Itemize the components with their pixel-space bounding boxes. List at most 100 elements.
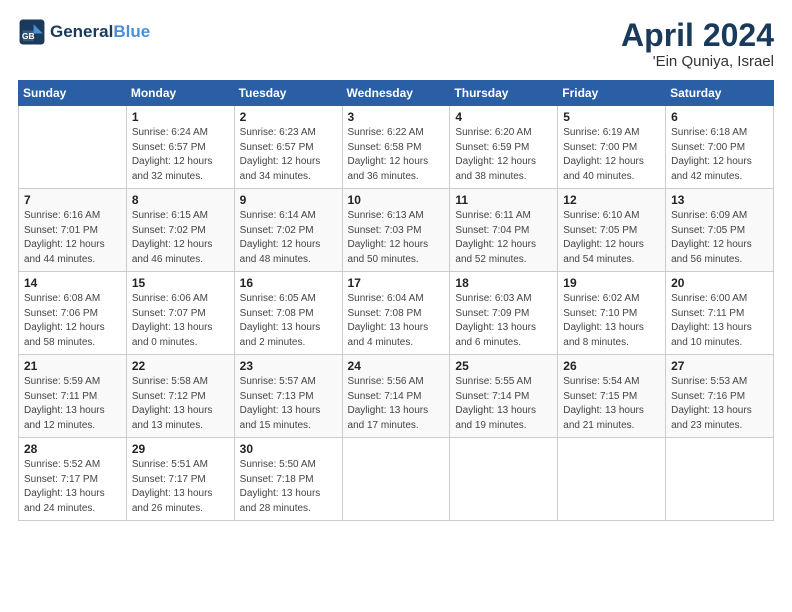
day-number: 26 [563, 359, 660, 373]
calendar-cell [666, 438, 774, 521]
calendar-week-row: 21 Sunrise: 5:59 AMSunset: 7:11 PMDaylig… [19, 355, 774, 438]
day-number: 20 [671, 276, 768, 290]
calendar-cell: 22 Sunrise: 5:58 AMSunset: 7:12 PMDaylig… [126, 355, 234, 438]
location: 'Ein Quniya, Israel [621, 53, 774, 70]
weekday-header: Thursday [450, 81, 558, 106]
day-number: 21 [24, 359, 121, 373]
calendar-cell: 8 Sunrise: 6:15 AMSunset: 7:02 PMDayligh… [126, 189, 234, 272]
weekday-header: Tuesday [234, 81, 342, 106]
day-info: Sunrise: 6:18 AMSunset: 7:00 PMDaylight:… [671, 126, 768, 184]
day-info: Sunrise: 6:04 AMSunset: 7:08 PMDaylight:… [348, 292, 445, 350]
calendar-cell: 25 Sunrise: 5:55 AMSunset: 7:14 PMDaylig… [450, 355, 558, 438]
calendar-week-row: 7 Sunrise: 6:16 AMSunset: 7:01 PMDayligh… [19, 189, 774, 272]
calendar-cell: 21 Sunrise: 5:59 AMSunset: 7:11 PMDaylig… [19, 355, 127, 438]
calendar-cell: 1 Sunrise: 6:24 AMSunset: 6:57 PMDayligh… [126, 106, 234, 189]
calendar-cell: 12 Sunrise: 6:10 AMSunset: 7:05 PMDaylig… [558, 189, 666, 272]
calendar-cell: 10 Sunrise: 6:13 AMSunset: 7:03 PMDaylig… [342, 189, 450, 272]
day-number: 29 [132, 442, 229, 456]
day-info: Sunrise: 6:20 AMSunset: 6:59 PMDaylight:… [455, 126, 552, 184]
calendar-cell: 23 Sunrise: 5:57 AMSunset: 7:13 PMDaylig… [234, 355, 342, 438]
calendar-table: SundayMondayTuesdayWednesdayThursdayFrid… [18, 80, 774, 521]
day-info: Sunrise: 6:08 AMSunset: 7:06 PMDaylight:… [24, 292, 121, 350]
day-number: 6 [671, 110, 768, 124]
weekday-header: Saturday [666, 81, 774, 106]
day-info: Sunrise: 5:58 AMSunset: 7:12 PMDaylight:… [132, 375, 229, 433]
day-number: 4 [455, 110, 552, 124]
header: GB GeneralBlue April 2024 'Ein Quniya, I… [18, 18, 774, 70]
day-number: 16 [240, 276, 337, 290]
calendar-week-row: 14 Sunrise: 6:08 AMSunset: 7:06 PMDaylig… [19, 272, 774, 355]
month-title: April 2024 [621, 18, 774, 53]
day-info: Sunrise: 6:23 AMSunset: 6:57 PMDaylight:… [240, 126, 337, 184]
calendar-cell [450, 438, 558, 521]
day-number: 13 [671, 193, 768, 207]
day-number: 23 [240, 359, 337, 373]
logo-icon: GB [18, 18, 46, 46]
calendar-week-row: 28 Sunrise: 5:52 AMSunset: 7:17 PMDaylig… [19, 438, 774, 521]
calendar-cell: 2 Sunrise: 6:23 AMSunset: 6:57 PMDayligh… [234, 106, 342, 189]
day-number: 9 [240, 193, 337, 207]
day-number: 10 [348, 193, 445, 207]
calendar-cell: 24 Sunrise: 5:56 AMSunset: 7:14 PMDaylig… [342, 355, 450, 438]
day-info: Sunrise: 6:13 AMSunset: 7:03 PMDaylight:… [348, 209, 445, 267]
day-info: Sunrise: 6:15 AMSunset: 7:02 PMDaylight:… [132, 209, 229, 267]
day-info: Sunrise: 6:06 AMSunset: 7:07 PMDaylight:… [132, 292, 229, 350]
calendar-cell: 27 Sunrise: 5:53 AMSunset: 7:16 PMDaylig… [666, 355, 774, 438]
calendar-cell: 7 Sunrise: 6:16 AMSunset: 7:01 PMDayligh… [19, 189, 127, 272]
day-number: 24 [348, 359, 445, 373]
day-number: 22 [132, 359, 229, 373]
day-number: 8 [132, 193, 229, 207]
day-info: Sunrise: 6:00 AMSunset: 7:11 PMDaylight:… [671, 292, 768, 350]
day-info: Sunrise: 6:14 AMSunset: 7:02 PMDaylight:… [240, 209, 337, 267]
calendar-cell: 26 Sunrise: 5:54 AMSunset: 7:15 PMDaylig… [558, 355, 666, 438]
calendar-cell: 30 Sunrise: 5:50 AMSunset: 7:18 PMDaylig… [234, 438, 342, 521]
calendar-cell: 14 Sunrise: 6:08 AMSunset: 7:06 PMDaylig… [19, 272, 127, 355]
calendar-cell [558, 438, 666, 521]
day-number: 2 [240, 110, 337, 124]
day-info: Sunrise: 6:19 AMSunset: 7:00 PMDaylight:… [563, 126, 660, 184]
page: GB GeneralBlue April 2024 'Ein Quniya, I… [0, 0, 792, 612]
calendar-header-row: SundayMondayTuesdayWednesdayThursdayFrid… [19, 81, 774, 106]
calendar-cell: 11 Sunrise: 6:11 AMSunset: 7:04 PMDaylig… [450, 189, 558, 272]
calendar-cell: 19 Sunrise: 6:02 AMSunset: 7:10 PMDaylig… [558, 272, 666, 355]
calendar-cell [342, 438, 450, 521]
calendar-week-row: 1 Sunrise: 6:24 AMSunset: 6:57 PMDayligh… [19, 106, 774, 189]
day-number: 14 [24, 276, 121, 290]
day-number: 28 [24, 442, 121, 456]
day-info: Sunrise: 5:50 AMSunset: 7:18 PMDaylight:… [240, 458, 337, 516]
calendar-cell: 16 Sunrise: 6:05 AMSunset: 7:08 PMDaylig… [234, 272, 342, 355]
day-info: Sunrise: 6:09 AMSunset: 7:05 PMDaylight:… [671, 209, 768, 267]
logo: GB GeneralBlue [18, 18, 150, 46]
day-info: Sunrise: 5:53 AMSunset: 7:16 PMDaylight:… [671, 375, 768, 433]
calendar-cell: 5 Sunrise: 6:19 AMSunset: 7:00 PMDayligh… [558, 106, 666, 189]
logo-text: GeneralBlue [50, 23, 150, 42]
day-info: Sunrise: 6:16 AMSunset: 7:01 PMDaylight:… [24, 209, 121, 267]
day-number: 17 [348, 276, 445, 290]
day-number: 3 [348, 110, 445, 124]
day-info: Sunrise: 5:59 AMSunset: 7:11 PMDaylight:… [24, 375, 121, 433]
day-number: 15 [132, 276, 229, 290]
calendar-cell: 3 Sunrise: 6:22 AMSunset: 6:58 PMDayligh… [342, 106, 450, 189]
weekday-header: Friday [558, 81, 666, 106]
day-info: Sunrise: 6:03 AMSunset: 7:09 PMDaylight:… [455, 292, 552, 350]
day-number: 30 [240, 442, 337, 456]
day-info: Sunrise: 5:56 AMSunset: 7:14 PMDaylight:… [348, 375, 445, 433]
day-number: 18 [455, 276, 552, 290]
day-number: 11 [455, 193, 552, 207]
calendar-cell: 4 Sunrise: 6:20 AMSunset: 6:59 PMDayligh… [450, 106, 558, 189]
day-info: Sunrise: 6:22 AMSunset: 6:58 PMDaylight:… [348, 126, 445, 184]
calendar-cell: 13 Sunrise: 6:09 AMSunset: 7:05 PMDaylig… [666, 189, 774, 272]
title-block: April 2024 'Ein Quniya, Israel [621, 18, 774, 70]
day-number: 12 [563, 193, 660, 207]
day-info: Sunrise: 6:02 AMSunset: 7:10 PMDaylight:… [563, 292, 660, 350]
day-number: 25 [455, 359, 552, 373]
calendar-cell: 28 Sunrise: 5:52 AMSunset: 7:17 PMDaylig… [19, 438, 127, 521]
day-number: 19 [563, 276, 660, 290]
calendar-cell: 29 Sunrise: 5:51 AMSunset: 7:17 PMDaylig… [126, 438, 234, 521]
weekday-header: Wednesday [342, 81, 450, 106]
day-info: Sunrise: 5:55 AMSunset: 7:14 PMDaylight:… [455, 375, 552, 433]
calendar-cell: 17 Sunrise: 6:04 AMSunset: 7:08 PMDaylig… [342, 272, 450, 355]
calendar-cell: 20 Sunrise: 6:00 AMSunset: 7:11 PMDaylig… [666, 272, 774, 355]
svg-text:GB: GB [22, 31, 35, 41]
weekday-header: Monday [126, 81, 234, 106]
